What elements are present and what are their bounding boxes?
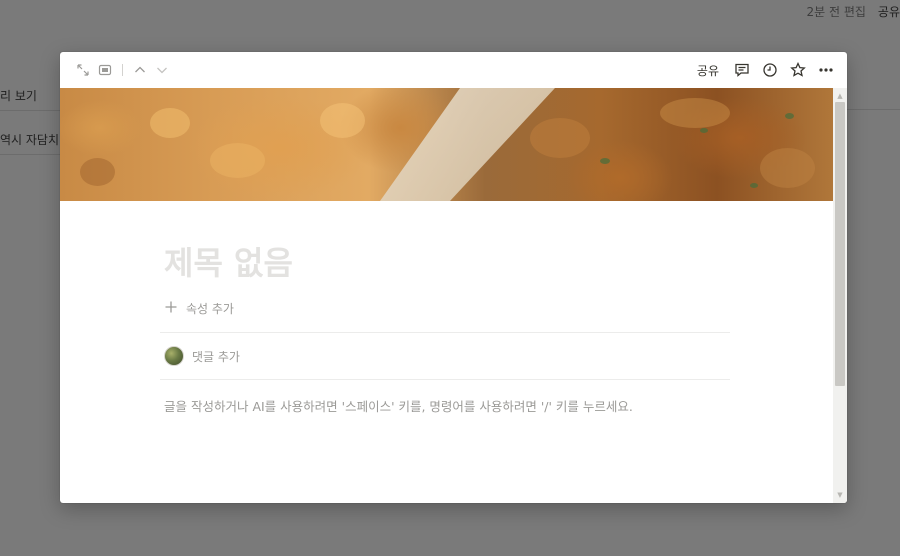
background-divider bbox=[846, 109, 900, 110]
scrollbar-thumb[interactable] bbox=[835, 102, 845, 386]
expand-icon[interactable] bbox=[72, 59, 94, 81]
background-topbar: 2분 전 편집 공유 bbox=[806, 0, 900, 22]
page-peek-modal: 공유 ▲ ▼ 제목 없음 속성 추가 댓글 추가 글을 작성하거나 AI를 사용… bbox=[60, 52, 847, 503]
edited-timestamp: 2분 전 편집 bbox=[806, 4, 866, 19]
add-property-button[interactable]: 속성 추가 bbox=[164, 297, 730, 319]
background-row-view: 리 보기 bbox=[0, 89, 37, 103]
page-title-input[interactable]: 제목 없음 bbox=[164, 241, 730, 285]
avatar bbox=[164, 346, 184, 366]
body-placeholder[interactable]: 글을 작성하거나 AI를 사용하려면 '스페이스' 키를, 명령어를 사용하려면… bbox=[164, 396, 730, 415]
background-divider bbox=[0, 110, 60, 111]
plus-icon bbox=[164, 300, 180, 317]
page-mode-icon[interactable] bbox=[94, 59, 116, 81]
toolbar-separator bbox=[122, 64, 123, 76]
cover-image-paper bbox=[380, 88, 555, 201]
add-comment-label: 댓글 추가 bbox=[192, 349, 240, 364]
chevron-down-icon[interactable] bbox=[151, 59, 173, 81]
comment-icon[interactable] bbox=[731, 59, 753, 81]
history-icon[interactable] bbox=[759, 59, 781, 81]
modal-toolbar-right: 공유 bbox=[697, 59, 837, 81]
more-icon[interactable] bbox=[815, 59, 837, 81]
add-property-label: 속성 추가 bbox=[186, 301, 234, 316]
comments-divider bbox=[160, 379, 730, 380]
page-content: 제목 없음 속성 추가 댓글 추가 글을 작성하거나 AI를 사용하려면 '스페… bbox=[160, 201, 730, 415]
modal-scrollbar[interactable]: ▲ ▼ bbox=[833, 88, 847, 503]
scroll-down-arrow-icon[interactable]: ▼ bbox=[833, 489, 847, 501]
modal-toolbar: 공유 bbox=[60, 52, 847, 88]
share-button[interactable]: 공유 bbox=[697, 62, 719, 79]
star-icon[interactable] bbox=[787, 59, 809, 81]
background-share-button[interactable]: 공유 bbox=[878, 3, 900, 20]
chevron-up-icon[interactable] bbox=[129, 59, 151, 81]
modal-toolbar-left bbox=[72, 59, 173, 81]
scroll-up-arrow-icon[interactable]: ▲ bbox=[833, 90, 847, 102]
background-divider bbox=[0, 154, 60, 155]
background-row-item: 역시 자담치 bbox=[0, 133, 60, 147]
add-comment-row[interactable]: 댓글 추가 bbox=[164, 333, 730, 379]
cover-image[interactable] bbox=[60, 88, 833, 201]
